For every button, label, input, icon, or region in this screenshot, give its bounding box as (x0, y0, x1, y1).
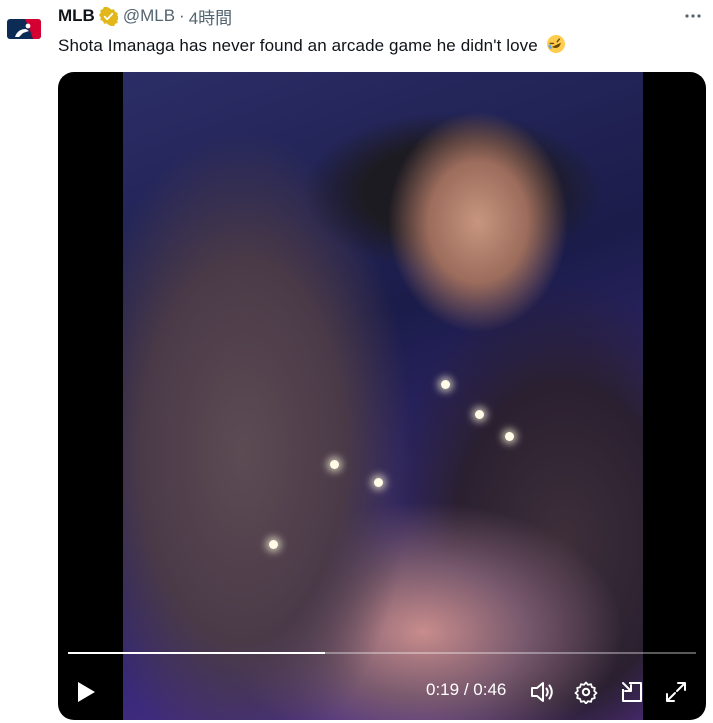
more-icon (685, 14, 701, 18)
fullscreen-button[interactable] (662, 678, 690, 706)
time-separator: / (459, 680, 474, 699)
avatar[interactable] (6, 11, 42, 47)
tweet-body: Shota Imanaga has never found an arcade … (58, 36, 538, 55)
tweet-text: Shota Imanaga has never found an arcade … (58, 34, 566, 56)
display-name[interactable]: MLB (58, 6, 95, 26)
separator-dot: · (179, 6, 185, 25)
ceiling-light (374, 478, 383, 487)
more-button[interactable] (683, 6, 703, 26)
ceiling-light (505, 432, 514, 441)
progress-bar[interactable] (68, 652, 696, 654)
rolling-on-the-floor-laughing-icon (546, 35, 565, 53)
ceiling-light (269, 540, 278, 549)
fullscreen-icon (666, 682, 686, 702)
video-frame[interactable] (123, 72, 643, 720)
ceiling-light (330, 460, 339, 469)
settings-button[interactable] (572, 678, 600, 706)
progress-fill (68, 652, 326, 654)
play-icon (78, 682, 95, 702)
picture-in-picture-button[interactable] (618, 678, 646, 706)
volume-icon (531, 682, 553, 702)
timestamp[interactable]: 4時間 (189, 4, 232, 29)
tweet-header: MLB @MLB · 4時間 (58, 4, 699, 28)
mlb-logo-icon (7, 19, 41, 39)
video-timecode: 0:19 / 0:46 (426, 680, 506, 700)
settings-icon (574, 681, 598, 704)
video-player[interactable]: 0:19 / 0:46 (58, 72, 706, 720)
picture-in-picture-icon (622, 682, 642, 702)
ceiling-light (475, 410, 484, 419)
volume-button[interactable] (528, 678, 556, 706)
duration: 0:46 (473, 680, 507, 699)
current-time: 0:19 (426, 680, 460, 699)
ceiling-light (441, 380, 450, 389)
handle[interactable]: @MLB (123, 6, 175, 26)
play-button[interactable] (72, 678, 100, 706)
verified-badge-icon (98, 6, 118, 26)
